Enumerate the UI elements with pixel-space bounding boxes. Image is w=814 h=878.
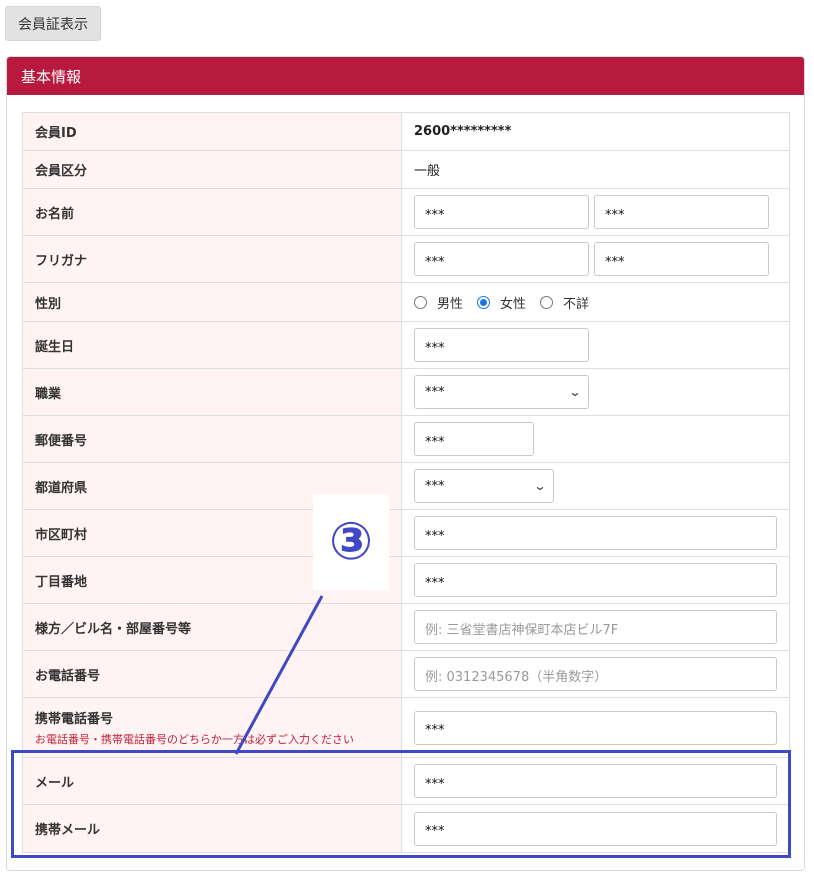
row-label: 会員区分 — [23, 151, 402, 188]
annotation-number: ③ — [313, 494, 389, 590]
row-value: 男性 女性 不詳 — [402, 283, 789, 321]
row-phone: お電話番号 — [23, 651, 789, 698]
form-table: 会員ID 2600********* 会員区分 一般 お名前 フリガナ 性別 — [22, 112, 790, 853]
birthday-input[interactable] — [414, 328, 589, 362]
row-label: 様方／ビル名・部屋番号等 — [23, 604, 402, 650]
row-value: *** ⌄ — [402, 463, 789, 509]
phone-input[interactable] — [414, 657, 777, 691]
row-label: 会員ID — [23, 113, 402, 150]
row-value — [402, 758, 789, 804]
mobile-phone-input[interactable] — [414, 710, 777, 745]
row-value — [402, 698, 789, 757]
member-card-button[interactable]: 会員証表示 — [5, 6, 101, 41]
gender-radio-unknown[interactable] — [540, 295, 554, 309]
row-label: 性別 — [23, 283, 402, 321]
mobile-phone-label: 携帯電話番号 — [35, 712, 114, 727]
basic-info-panel: 基本情報 会員ID 2600********* 会員区分 一般 お名前 フリガナ — [6, 56, 805, 871]
row-furigana: フリガナ — [23, 236, 789, 283]
row-value — [402, 236, 789, 282]
row-building: 様方／ビル名・部屋番号等 — [23, 604, 789, 651]
panel-title: 基本情報 — [7, 57, 804, 95]
last-name-input[interactable] — [414, 195, 589, 229]
city-input[interactable] — [414, 516, 777, 550]
row-label: 郵便番号 — [23, 416, 402, 462]
row-email: メール — [23, 758, 789, 805]
row-birthday: 誕生日 — [23, 322, 789, 369]
gender-radio-female[interactable] — [477, 295, 491, 309]
chevron-down-icon: ⌄ — [533, 479, 547, 493]
row-value — [402, 322, 789, 368]
row-label: メール — [23, 758, 402, 804]
member-type-value: 一般 — [414, 164, 441, 179]
row-value — [402, 651, 789, 697]
row-label: 携帯メール — [23, 805, 402, 852]
row-label: 職業 — [23, 369, 402, 415]
row-value — [402, 805, 789, 852]
building-input[interactable] — [414, 610, 777, 644]
first-name-input[interactable] — [594, 195, 769, 229]
row-label: 誕生日 — [23, 322, 402, 368]
row-mobile-email: 携帯メール — [23, 805, 789, 852]
last-name-kana-input[interactable] — [414, 242, 589, 276]
mobile-email-input[interactable] — [414, 811, 777, 846]
row-occupation: 職業 *** ⌄ — [23, 369, 789, 416]
postal-code-input[interactable] — [414, 422, 534, 456]
row-value — [402, 510, 789, 556]
gender-label-female: 女性 — [500, 296, 527, 312]
row-label: フリガナ — [23, 236, 402, 282]
gender-radio-group: 男性 女性 不詳 — [414, 293, 603, 312]
row-prefecture: 都道府県 *** ⌄ — [23, 463, 789, 510]
occupation-select[interactable]: *** ⌄ — [414, 375, 589, 409]
row-value — [402, 557, 789, 603]
row-value — [402, 189, 789, 235]
occupation-selected: *** — [425, 384, 445, 400]
gender-label-unknown: 不詳 — [563, 296, 590, 312]
phone-required-note: お電話番号・携帯電話番号のどちらか一方は必ずご入力ください — [35, 733, 354, 746]
row-value — [402, 604, 789, 650]
email-input[interactable] — [414, 764, 777, 798]
member-id-value: 2600********* — [414, 124, 512, 139]
row-label: 携帯電話番号 お電話番号・携帯電話番号のどちらか一方は必ずご入力ください — [23, 698, 402, 757]
chevron-down-icon: ⌄ — [568, 385, 582, 399]
row-postal-code: 郵便番号 — [23, 416, 789, 463]
prefecture-select[interactable]: *** ⌄ — [414, 469, 554, 503]
row-value — [402, 416, 789, 462]
address-input[interactable] — [414, 563, 777, 597]
row-label: お電話番号 — [23, 651, 402, 697]
row-mobile-phone: 携帯電話番号 お電話番号・携帯電話番号のどちらか一方は必ずご入力ください — [23, 698, 789, 758]
first-name-kana-input[interactable] — [594, 242, 769, 276]
row-gender: 性別 男性 女性 不詳 — [23, 283, 789, 322]
prefecture-selected: *** — [425, 478, 445, 494]
row-address: 丁目番地 — [23, 557, 789, 604]
row-member-type: 会員区分 一般 — [23, 151, 789, 189]
row-name: お名前 — [23, 189, 789, 236]
gender-radio-male[interactable] — [414, 295, 427, 309]
row-member-id: 会員ID 2600********* — [23, 113, 789, 151]
row-city: 市区町村 — [23, 510, 789, 557]
row-value: *** ⌄ — [402, 369, 789, 415]
row-label: お名前 — [23, 189, 402, 235]
gender-label-male: 男性 — [437, 296, 464, 312]
